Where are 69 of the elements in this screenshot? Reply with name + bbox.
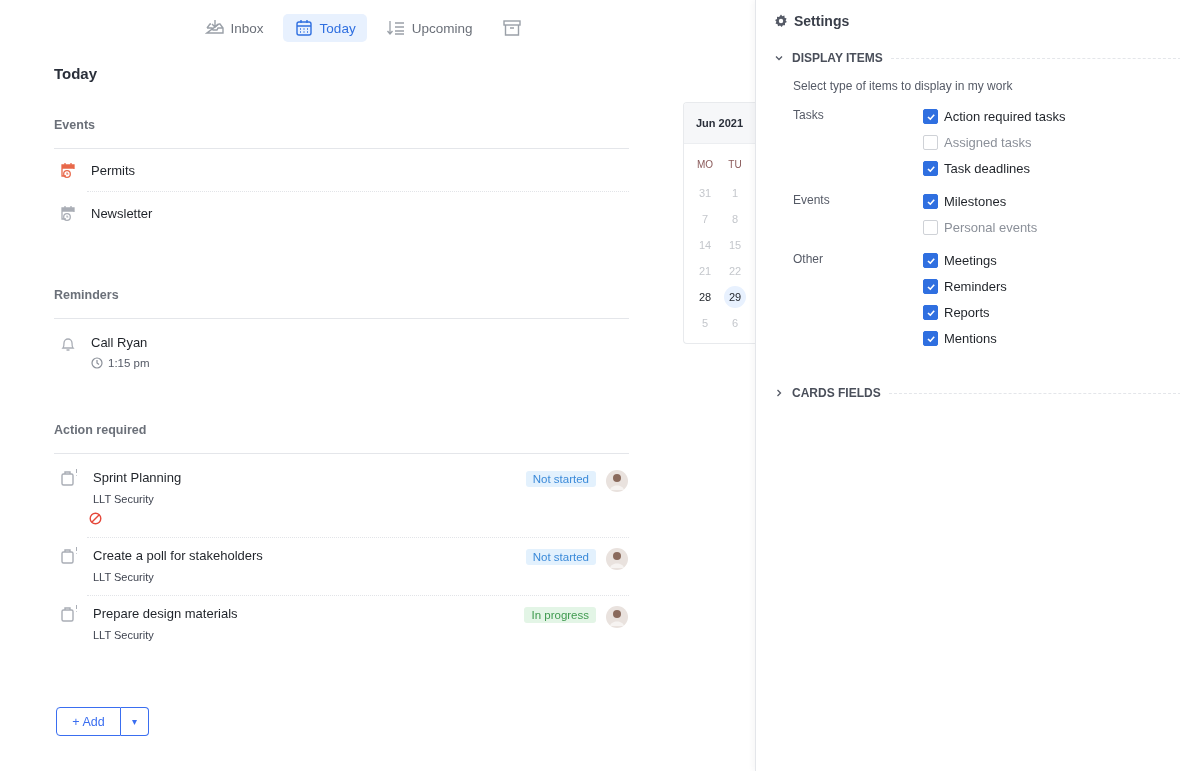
settings-icon	[774, 14, 788, 28]
avatar-icon	[606, 606, 628, 628]
reminder-time: 1:15 pm	[108, 357, 150, 369]
task-title[interactable]: Prepare design materials	[93, 606, 511, 621]
checkbox[interactable]	[923, 279, 938, 294]
calendar-day[interactable]: 28	[694, 286, 716, 308]
check-icon	[925, 111, 936, 122]
clipboard-icon	[59, 604, 79, 624]
status-badge: Not started	[525, 549, 596, 565]
check-icon	[925, 255, 936, 266]
event-title[interactable]: Permits	[91, 162, 136, 178]
project-name: LLT Security	[93, 493, 155, 505]
check-icon	[925, 281, 936, 292]
dropdown-button[interactable]: ▾	[121, 707, 149, 736]
section-heading: Action required	[54, 423, 148, 437]
section-description: Select type of items to display in my work	[793, 79, 1014, 93]
chevron-down-icon[interactable]	[774, 53, 784, 63]
option-label[interactable]: Reminders	[944, 279, 1007, 294]
add-button[interactable]: + Add	[56, 707, 121, 736]
group-label: Other	[793, 252, 824, 268]
bell-icon	[59, 335, 77, 353]
checkbox[interactable]	[923, 253, 938, 268]
status-badge: In progress	[524, 607, 596, 623]
avatar-icon	[606, 548, 628, 570]
checkbox[interactable]	[923, 331, 938, 346]
option-label[interactable]: Mentions	[944, 331, 997, 346]
option-label[interactable]: Milestones	[944, 194, 1007, 209]
avatar-icon	[606, 470, 628, 492]
checkbox[interactable]	[923, 161, 938, 176]
reminder-title[interactable]: Call Ryan	[91, 335, 150, 350]
check-icon	[925, 333, 936, 344]
project-name: LLT Security	[93, 629, 155, 641]
section-heading: Reminders	[54, 288, 120, 302]
section-title[interactable]: CARDS FIELDS	[792, 386, 881, 400]
group-label: Tasks	[793, 108, 825, 124]
group-label: Events	[793, 193, 831, 209]
calendar-icon	[293, 18, 314, 38]
tab[interactable]: Inbox	[193, 14, 275, 42]
tab[interactable]: Upcoming	[374, 14, 484, 42]
clipboard-icon	[59, 546, 79, 566]
calendar-month[interactable]: Jun 2021	[684, 103, 755, 144]
clock-icon	[91, 357, 103, 369]
check-icon	[925, 196, 936, 207]
weekday-label: MO	[695, 158, 715, 172]
clipboard-icon	[59, 468, 79, 488]
section-title[interactable]: DISPLAY ITEMS	[792, 51, 883, 65]
weekday-label: TU	[727, 158, 743, 172]
option-label[interactable]: Meetings	[944, 253, 997, 268]
chevron-right-icon[interactable]	[774, 388, 784, 398]
check-icon	[925, 307, 936, 318]
option-label[interactable]: Task deadlines	[944, 161, 1030, 176]
sort-icon	[385, 18, 406, 38]
check-icon	[925, 163, 936, 174]
event-title[interactable]: Newsletter	[91, 205, 153, 221]
task-title[interactable]: Create a poll for stakeholders	[93, 548, 512, 563]
status-badge: Not started	[525, 471, 596, 487]
section-heading: Events	[54, 118, 96, 132]
calendar-day[interactable]: 29	[724, 286, 746, 308]
archive-icon	[502, 18, 523, 38]
option-label[interactable]: Reports	[944, 305, 990, 320]
tab[interactable]: Today	[282, 14, 367, 42]
checkbox[interactable]	[923, 109, 938, 124]
checkbox[interactable]	[923, 194, 938, 209]
option-label[interactable]: Action required tasks	[944, 109, 1066, 124]
task-title[interactable]: Sprint Planning	[93, 470, 512, 485]
checkbox[interactable]	[923, 305, 938, 320]
page-title: Today	[54, 65, 99, 82]
panel-title: Settings	[794, 13, 850, 29]
project-name: LLT Security	[93, 571, 155, 583]
